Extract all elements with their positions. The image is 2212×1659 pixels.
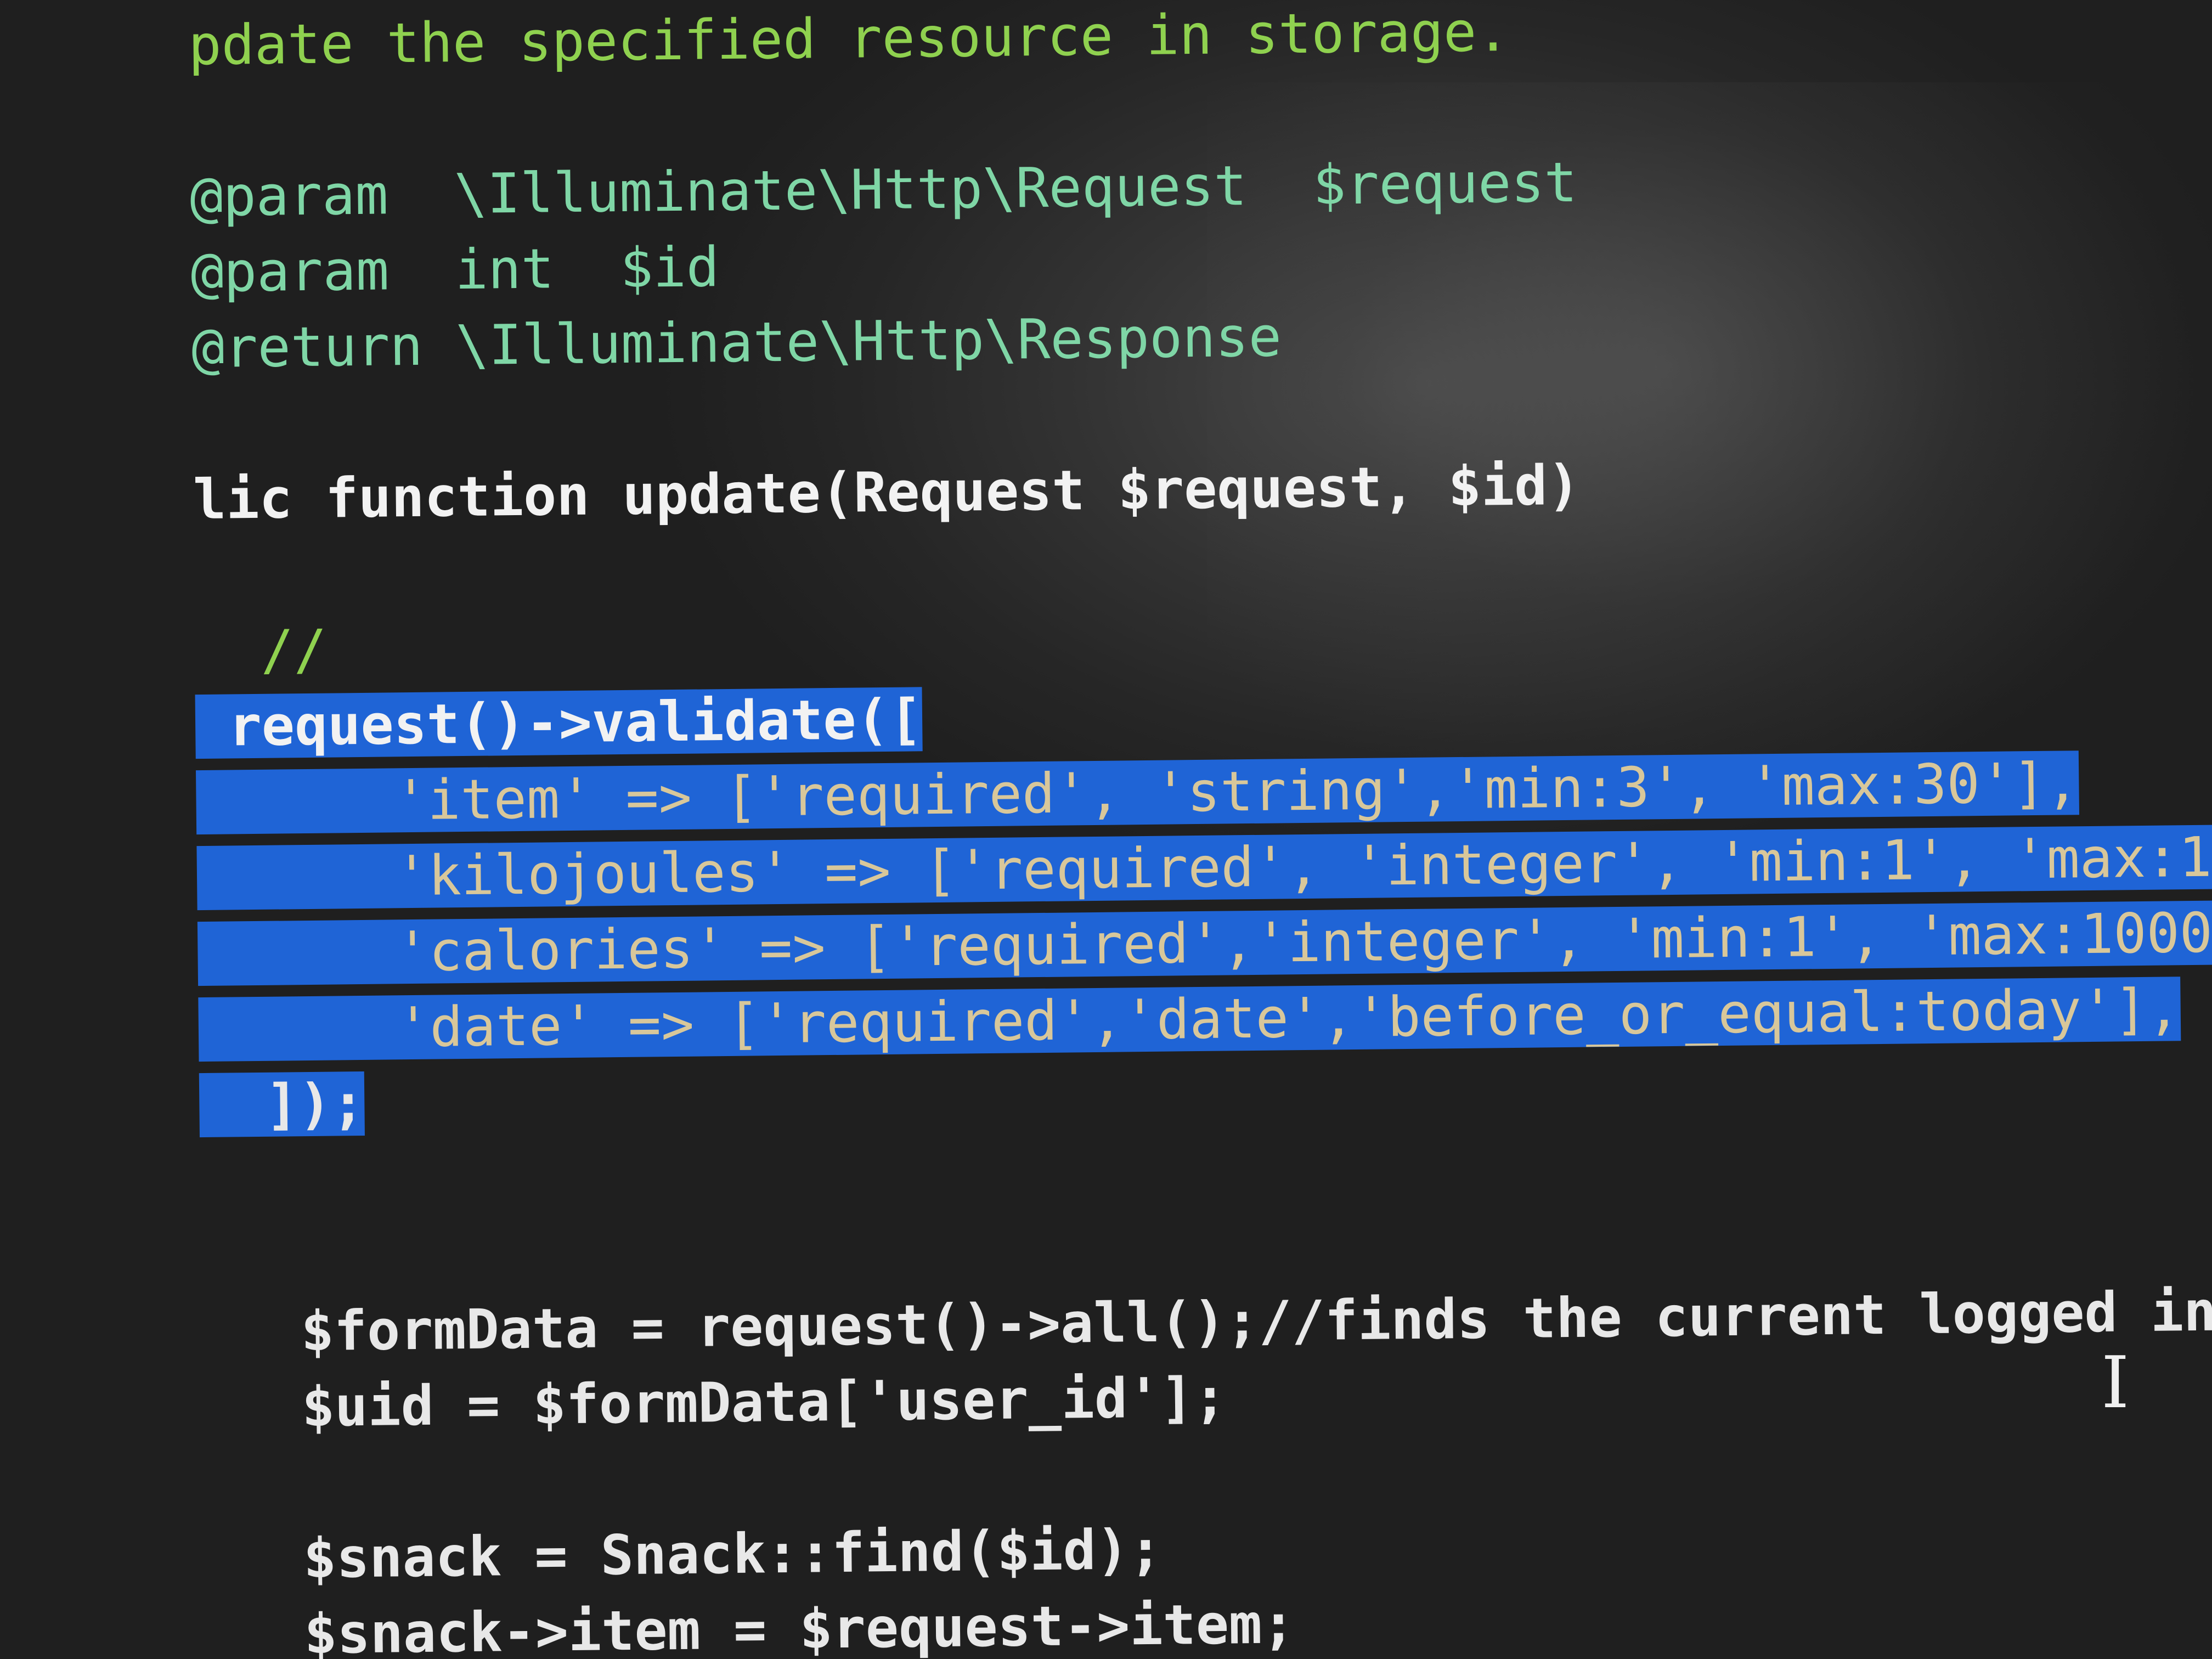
- monitor-photo: pdate the specified resource in storage.…: [0, 0, 2212, 1659]
- code-editor[interactable]: pdate the specified resource in storage.…: [0, 0, 2212, 1659]
- text-cursor-icon: I: [2101, 1341, 2130, 1424]
- snack-item-text: $snack->item = $request->item;: [205, 1592, 1296, 1659]
